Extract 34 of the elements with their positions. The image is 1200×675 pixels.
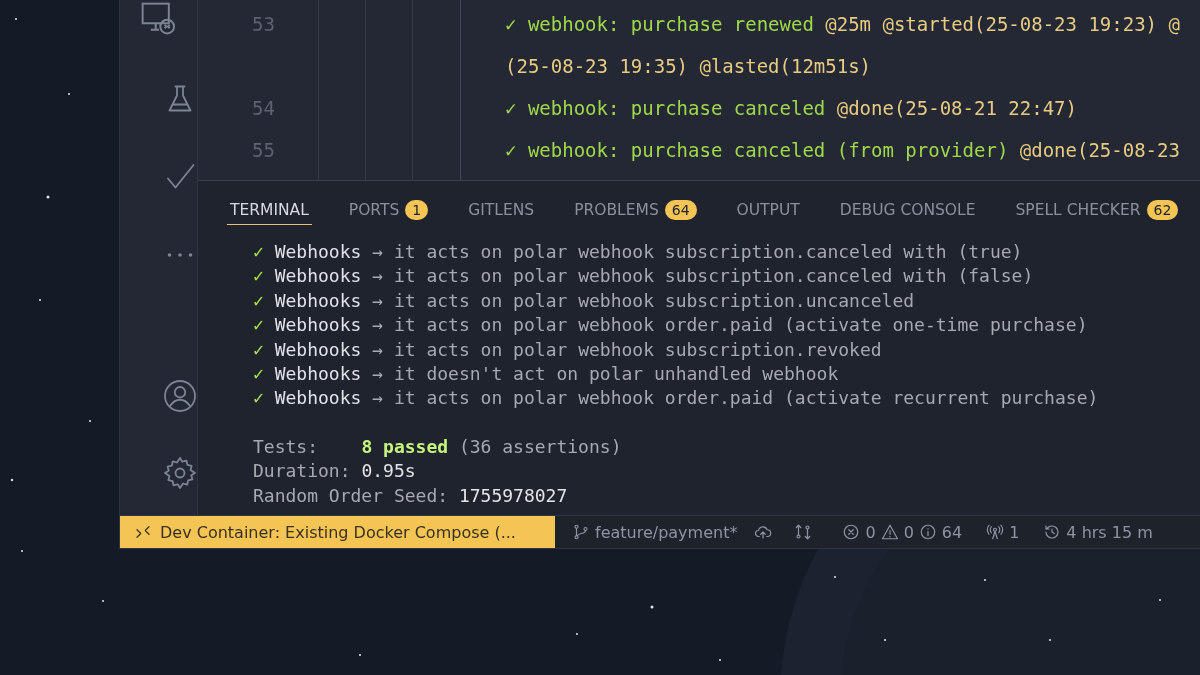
code-line: ✓ webhook: purchase renewed @25m @started(25-08-23 19:23) @ <box>505 13 1180 35</box>
code-line: ✓ webhook: purchase canceled (from provider) @done(25-08-23 <box>505 139 1180 161</box>
line-number: 55 <box>252 139 275 161</box>
line-number: 53 <box>252 13 275 35</box>
summary-line: Random Order Seed: 1755978027 <box>253 483 568 508</box>
test-result-line: ✓ Webhooks → it acts on polar webhook subscription.canceled with (false) <box>253 264 1034 289</box>
panel-tab[interactable]: PROBLEMS 64 <box>571 195 700 225</box>
test-result-line: ✓ Webhooks → it acts on polar webhook subscription.uncanceled <box>253 288 915 313</box>
remote-status-item[interactable]: Dev Container: Existing Docker Compose (... <box>120 516 555 548</box>
ports-count[interactable]: 1 <box>1009 522 1020 542</box>
test-result-line: ✓ Webhooks → it acts on polar webhook order.paid (activate one-time purchase) <box>253 313 1088 338</box>
error-count[interactable]: 0 <box>865 522 876 542</box>
test-result-line: ✓ Webhooks → it doesn't act on polar unhandled webhook <box>253 362 839 387</box>
count-badge: 64 <box>664 199 697 220</box>
panel-tab[interactable]: GITLENS <box>465 195 538 225</box>
panel-tab[interactable]: PORTS 1 <box>345 195 432 225</box>
warning-count[interactable]: 0 <box>903 522 914 542</box>
session-time[interactable]: 4 hrs 15 m <box>1066 522 1153 542</box>
panel-tab[interactable]: TERMINAL <box>227 195 312 225</box>
panel-tab[interactable]: DEBUG CONSOLE <box>836 195 979 225</box>
count-badge: 1 <box>405 199 429 220</box>
branch-name[interactable]: feature/payment* <box>595 522 738 542</box>
code-line: (25-08-23 19:35) @lasted(12m51s) <box>505 55 872 77</box>
panel-tab[interactable]: SPELL CHECKER 62 <box>1012 195 1182 225</box>
panel-tab[interactable]: OUTPUT <box>733 195 803 225</box>
count-badge: 62 <box>1146 199 1179 220</box>
code-line: ✓ webhook: purchase canceled @done(25-08-21 22:47) <box>505 97 1077 119</box>
test-result-line: ✓ Webhooks → it acts on polar webhook subscription.canceled with (true) <box>253 240 1023 264</box>
test-result-line: ✓ Webhooks → it acts on polar webhook order.paid (activate recurrent purchase) <box>253 386 1099 411</box>
test-result-line: ✓ Webhooks → it acts on polar webhook subscription.revoked <box>253 337 882 362</box>
summary-line: Duration: 0.95s <box>253 459 416 484</box>
summary-line: Tests: 8 passed (36 assertions) <box>253 434 622 459</box>
line-number: 54 <box>252 97 275 119</box>
info-count[interactable]: 64 <box>941 522 963 542</box>
